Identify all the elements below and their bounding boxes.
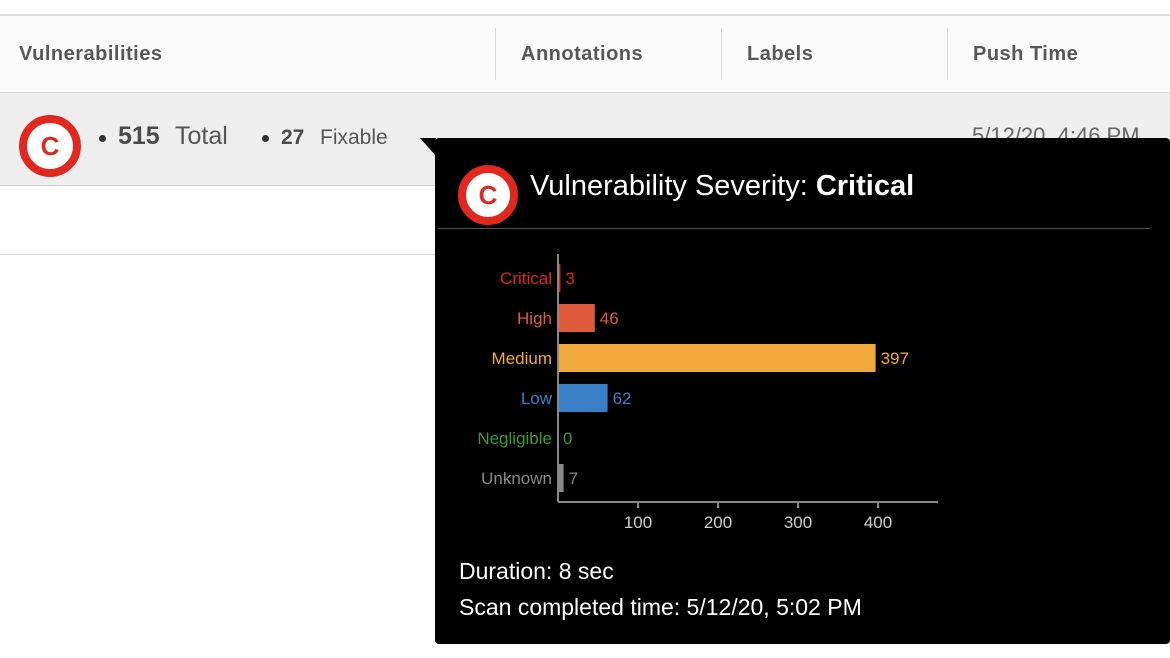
total-label: Total (175, 122, 228, 150)
severity-bar-chart: Critical 3 High 46 Medium 397 Low 62 Negligible 0… (477, 254, 938, 532)
tooltip-title-severity: Critical (815, 170, 915, 202)
category-label-medium: Medium (492, 349, 552, 368)
tooltip-title: Vulnerability Severity: Critical (530, 170, 914, 203)
x-tick-label: 300 (784, 513, 812, 532)
value-label-high: 46 (600, 309, 619, 328)
column-divider[interactable] (495, 28, 496, 80)
fixable-count: 27 (281, 126, 305, 149)
column-divider[interactable] (721, 28, 722, 80)
category-label-negligible: Negligible (477, 429, 552, 448)
scan-completed-time: Scan completed time: 5/12/20, 5:02 PM (459, 594, 862, 620)
bullet-icon (262, 135, 269, 142)
table-header: Vulnerabilities Annotations Labels Push … (0, 16, 1170, 93)
x-tick-label: 400 (864, 513, 892, 532)
total-count: 515 (118, 122, 160, 150)
x-tick-label: 100 (624, 513, 652, 532)
bar-low (558, 384, 608, 412)
critical-severity-icon[interactable]: C (19, 115, 81, 177)
value-label-negligible: 0 (563, 429, 572, 448)
category-label-low: Low (521, 389, 553, 408)
value-label-low: 62 (613, 389, 632, 408)
column-header-vulnerabilities[interactable]: Vulnerabilities (19, 16, 162, 92)
vulnerability-tooltip: C Vulnerability Severity: Critical Criti… (435, 138, 1170, 644)
x-tick-label: 200 (704, 513, 732, 532)
bullet-icon (99, 135, 106, 142)
column-header-labels[interactable]: Labels (747, 16, 813, 92)
fixable-label: Fixable (320, 126, 388, 149)
critical-severity-icon: C (458, 165, 518, 225)
value-label-critical: 3 (565, 269, 574, 288)
tooltip-divider (438, 228, 1150, 229)
category-label-unknown: Unknown (481, 469, 552, 488)
value-label-unknown: 7 (569, 469, 578, 488)
category-label-critical: Critical (500, 269, 552, 288)
column-divider[interactable] (947, 28, 948, 80)
column-header-annotations[interactable]: Annotations (521, 16, 643, 92)
bar-high (558, 304, 595, 332)
value-label-medium: 397 (881, 349, 909, 368)
tooltip-arrow (420, 138, 436, 156)
tooltip-title-prefix: Vulnerability Severity: (530, 170, 808, 202)
bar-medium (558, 344, 876, 372)
column-header-push-time[interactable]: Push Time (973, 16, 1078, 92)
scan-duration: Duration: 8 sec (459, 558, 614, 584)
category-label-high: High (517, 309, 552, 328)
